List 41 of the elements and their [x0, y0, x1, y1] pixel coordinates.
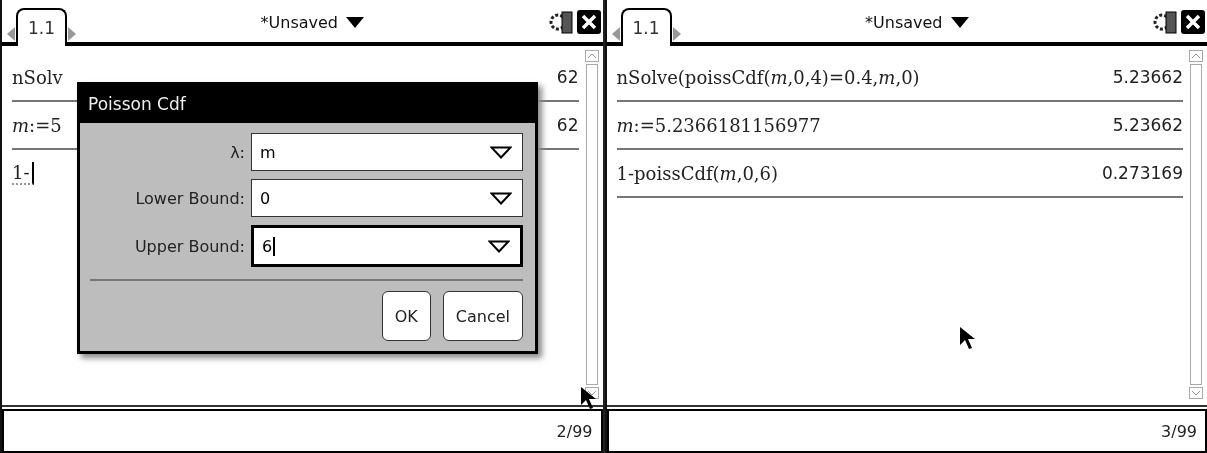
page-tab[interactable]: 1.1 [620, 8, 672, 46]
document-title: *Unsaved [260, 12, 338, 32]
gear-battery-icon[interactable] [1152, 9, 1178, 35]
close-icon[interactable] [576, 10, 601, 34]
page-counter: 3/99 [1161, 421, 1197, 441]
page-counter: 2/99 [556, 421, 593, 441]
caret-icon[interactable] [346, 16, 364, 28]
math-entry[interactable]: nSolv [12, 66, 63, 88]
math-result: 0.273169 [1101, 163, 1183, 183]
scroll-bar[interactable] [584, 50, 599, 399]
dropdown-field[interactable]: 6 [251, 225, 523, 267]
dropdown-field[interactable]: 0 [251, 179, 523, 217]
math-entry[interactable]: 1- [12, 161, 34, 185]
dropdown-field[interactable]: m [251, 133, 523, 171]
field-label: Lower Bound: [134, 188, 245, 208]
dropdown-icon[interactable] [490, 145, 512, 159]
field-label: λ: [229, 142, 245, 162]
math-result: 62 [556, 115, 579, 135]
document-title: *Unsaved [865, 12, 943, 32]
math-entry[interactable]: nSolve(poissCdf(m,0,4)=0.4,m,0) [616, 66, 920, 88]
right-arrow-icon[interactable] [671, 26, 682, 42]
dialog-title: Poisson Cdf [80, 85, 535, 123]
scroll-bar[interactable] [1189, 50, 1203, 399]
left-arrow-icon[interactable] [610, 26, 621, 42]
dropdown-icon[interactable] [490, 191, 512, 205]
cancel-button[interactable]: Cancel [442, 291, 523, 341]
ok-button[interactable]: OK [381, 291, 431, 341]
math-result: 62 [556, 67, 579, 87]
pointer-icon [958, 326, 975, 350]
field-label: Upper Bound: [133, 236, 245, 256]
math-entry[interactable]: 1-poissCdf(m,0,6) [616, 162, 779, 184]
gear-battery-icon[interactable] [547, 9, 574, 35]
page-tab[interactable]: 1.1 [16, 8, 68, 46]
dropdown-icon[interactable] [488, 239, 510, 253]
close-icon[interactable] [1181, 10, 1205, 34]
math-entry[interactable]: m:=5 [12, 114, 62, 136]
math-result: 5.23662 [1112, 67, 1183, 87]
math-result: 5.23662 [1112, 115, 1183, 135]
left-arrow-icon[interactable] [6, 26, 16, 42]
caret-icon[interactable] [950, 16, 969, 28]
math-entry[interactable]: m:=5.2366181156977 [616, 114, 821, 136]
